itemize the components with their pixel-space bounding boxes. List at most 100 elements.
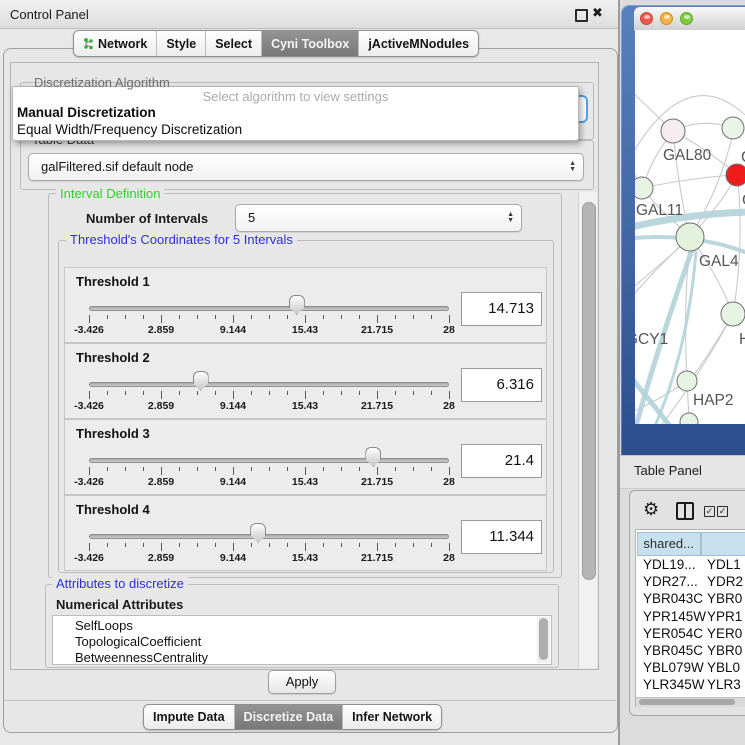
table-row[interactable]: YDL19... YDL1 <box>636 556 745 573</box>
slider-tick-label: 9.144 <box>203 552 263 564</box>
numerical-attributes-list[interactable]: SelfLoopsTopologicalCoefficientBetweenne… <box>52 615 552 665</box>
gear-icon[interactable]: ⚙ <box>643 499 659 519</box>
table-row[interactable]: YBR045CYBR0 <box>636 642 745 659</box>
number-of-intervals-combo[interactable]: 5 ▲▼ <box>235 204 522 232</box>
shared-name-cell[interactable]: YLR345W <box>643 676 705 693</box>
select-all-checkbox-icon-2[interactable]: ✓ <box>717 506 728 517</box>
popup-option-manual-discretization[interactable]: Manual Discretization <box>17 105 156 120</box>
tab-cyni-toolbox[interactable]: Cyni Toolbox <box>261 31 358 56</box>
shared-name-cell[interactable]: YER054C <box>643 625 703 642</box>
tab-select[interactable]: Select <box>205 31 261 56</box>
network-node-GAL4[interactable] <box>676 223 704 251</box>
table-hscrollbar-thumb[interactable] <box>639 699 735 705</box>
float-window-icon[interactable] <box>575 9 588 22</box>
popup-option-equal-width-frequency[interactable]: Equal Width/Frequency Discretization <box>17 122 242 137</box>
name-cell[interactable]: YBR0 <box>707 642 742 659</box>
select-all-checkbox-icon[interactable]: ✓ <box>704 506 715 517</box>
attribute-item-selfloops[interactable]: SelfLoops <box>75 618 133 634</box>
threshold-panel-1: Threshold 1-3.4262.8599.14415.4321.71528… <box>64 267 547 343</box>
minimize-traffic-light[interactable] <box>660 12 673 25</box>
threshold-4-value-field[interactable]: 11.344 <box>461 520 542 554</box>
slider-tick <box>89 391 90 399</box>
slider-track[interactable] <box>89 382 449 387</box>
shared-name-cell[interactable]: YBL079W <box>643 659 704 676</box>
table-row[interactable]: YLR345WYLR3 <box>636 676 745 693</box>
network-node-C[interactable] <box>726 164 745 186</box>
slider-tick <box>287 315 288 319</box>
attribute-item-topologicalcoefficient[interactable]: TopologicalCoefficient <box>75 634 201 650</box>
threshold-1-value-field[interactable]: 14.713 <box>461 292 542 326</box>
name-cell[interactable]: YBR0 <box>707 590 742 607</box>
slider-tick <box>377 467 378 475</box>
network-node-H[interactable] <box>721 302 745 326</box>
slider-tick <box>341 391 342 395</box>
slider-tick <box>215 391 216 395</box>
network-node-partial[interactable] <box>680 413 698 424</box>
slider-tick-label: 9.144 <box>203 400 263 412</box>
tab-network[interactable]: Network <box>74 31 156 56</box>
zoom-traffic-light[interactable] <box>680 12 693 25</box>
threshold-4-slider-handle[interactable] <box>250 523 266 543</box>
name-cell[interactable]: YDL1 <box>707 556 741 573</box>
shared-name-cell[interactable]: YDL19... <box>643 556 696 573</box>
threshold-1-slider-handle[interactable] <box>289 295 305 315</box>
table-row[interactable]: YBL079WYBL0 <box>636 659 745 676</box>
tab-discretize-data[interactable]: Discretize Data <box>234 705 343 729</box>
shared-name-cell[interactable]: YPR145W <box>643 608 706 625</box>
slider-tick <box>287 467 288 471</box>
slider-tick <box>233 543 234 551</box>
name-cell[interactable]: YDR2 <box>707 573 743 590</box>
table-panel-title: Table Panel <box>634 463 702 478</box>
tab-infer-network[interactable]: Infer Network <box>342 705 441 729</box>
algorithm-placeholder-option[interactable]: Select algorithm to view settings <box>13 89 578 104</box>
network-node-GAL11[interactable] <box>635 177 653 199</box>
slider-tick <box>431 315 432 319</box>
network-graph[interactable]: GAL80GACGAL11GAL4GCY1HHAP2 <box>635 30 745 424</box>
slider-track[interactable] <box>89 458 449 463</box>
close-traffic-light[interactable] <box>640 12 653 25</box>
slider-tick <box>251 467 252 471</box>
close-icon[interactable]: ✖ <box>592 5 603 21</box>
network-node-GAL80[interactable] <box>661 119 685 143</box>
tab-style[interactable]: Style <box>156 31 205 56</box>
shared-name-cell[interactable]: YBR043C <box>643 590 703 607</box>
slider-track[interactable] <box>89 534 449 539</box>
network-graph-icon <box>83 37 94 50</box>
tab-jactivemnodules[interactable]: jActiveMNodules <box>358 31 478 56</box>
threshold-2-slider-handle[interactable] <box>193 371 209 391</box>
slider-tick-label: 15.43 <box>275 400 335 412</box>
threshold-2-value-field[interactable]: 6.316 <box>461 368 542 402</box>
threshold-3-value-field[interactable]: 21.4 <box>461 444 542 478</box>
slider-tick <box>305 315 306 323</box>
network-canvas[interactable]: GAL80GACGAL11GAL4GCY1HHAP2 <box>635 30 745 424</box>
name-cell[interactable]: YPR1 <box>707 608 742 625</box>
list-scrollbar-thumb[interactable] <box>539 618 548 660</box>
threshold-3-slider-handle[interactable] <box>365 447 381 467</box>
slider-tick <box>305 543 306 551</box>
table-data-combo[interactable]: galFiltered.sif default node ▲▼ <box>28 153 584 181</box>
name-cell[interactable]: YER0 <box>707 625 742 642</box>
slider-tick <box>197 391 198 395</box>
table-row[interactable]: YER054CYER0 <box>636 625 745 642</box>
table-row[interactable]: YPR145WYPR1 <box>636 608 745 625</box>
numerical-attributes-heading: Numerical Attributes <box>56 597 183 612</box>
column-header-name[interactable]: na <box>701 532 745 556</box>
slider-tick <box>179 467 180 471</box>
slider-track[interactable] <box>89 306 449 311</box>
split-columns-icon[interactable] <box>676 502 694 520</box>
shared-name-cell[interactable]: YBR045C <box>643 642 703 659</box>
network-node-HAP2[interactable] <box>677 371 697 391</box>
attribute-item-betweennesscentrality[interactable]: BetweennessCentrality <box>75 650 208 665</box>
table-row[interactable]: YBR043CYBR0 <box>636 590 745 607</box>
apply-button[interactable]: Apply <box>268 670 336 694</box>
column-header-shared-name[interactable]: shared... <box>637 532 701 556</box>
table-row[interactable]: YDR27... YDR2 <box>636 573 745 590</box>
node-table: shared... na YDL19...YDL1YDR27...YDR2YBR… <box>635 529 745 707</box>
name-cell[interactable]: YLR3 <box>707 676 741 693</box>
content-scrollbar-thumb[interactable] <box>582 202 596 580</box>
shared-name-cell[interactable]: YDR27... <box>643 573 698 590</box>
network-node-GA[interactable] <box>722 117 744 139</box>
name-cell[interactable]: YBL0 <box>707 659 740 676</box>
tab-impute-data[interactable]: Impute Data <box>144 705 234 729</box>
tab-label: Infer Network <box>352 710 432 724</box>
